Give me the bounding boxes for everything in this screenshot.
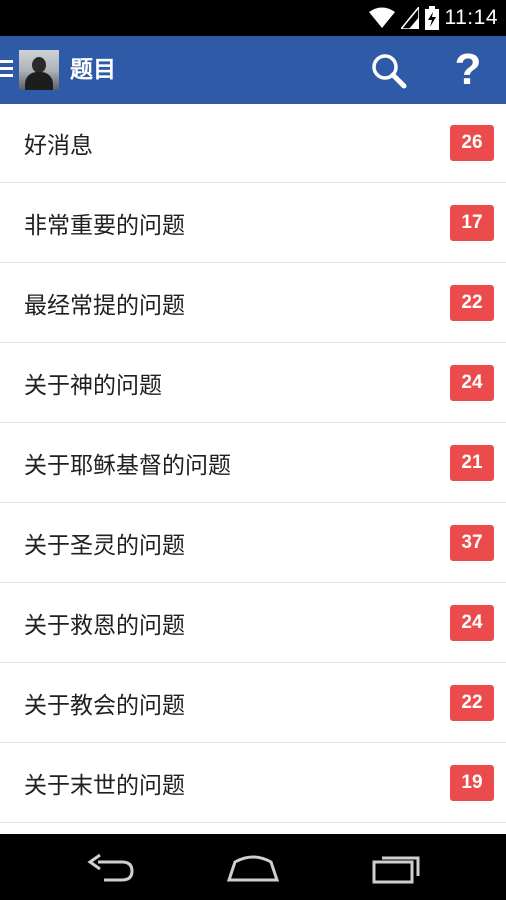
- search-button[interactable]: [370, 52, 408, 90]
- signal-icon: [400, 7, 419, 29]
- topic-label: 关于救恩的问题: [24, 612, 185, 639]
- recent-apps-button[interactable]: [366, 848, 426, 886]
- status-bar: 11:14: [0, 0, 506, 36]
- topic-label: 关于神的问题: [24, 372, 162, 399]
- list-item[interactable]: 非常重要的问题 17: [0, 183, 506, 263]
- search-icon: [372, 54, 407, 89]
- topic-list: 好消息 26 非常重要的问题 17 最经常提的问题 22 关于神的问题 24 关…: [0, 104, 506, 834]
- page-title: 题目: [70, 57, 116, 83]
- count-badge: 19: [450, 764, 494, 801]
- recent-apps-icon: [372, 856, 420, 884]
- hamburger-icon[interactable]: [0, 60, 14, 80]
- back-icon: [87, 853, 134, 882]
- list-item[interactable]: 关于末世的问题 19: [0, 743, 506, 823]
- count-badge: 21: [450, 444, 494, 481]
- count-badge: 37: [450, 524, 494, 561]
- home-button[interactable]: [223, 848, 283, 886]
- list-item[interactable]: 关于神的问题 24: [0, 343, 506, 423]
- list-item[interactable]: 关于耶稣基督的问题 21: [0, 423, 506, 503]
- navigation-bar: [0, 834, 506, 900]
- wifi-icon: [368, 7, 395, 28]
- avatar-image[interactable]: [19, 50, 59, 90]
- count-badge: 24: [450, 364, 494, 401]
- action-bar: 题目 ?: [0, 36, 506, 104]
- list-item[interactable]: 关于救恩的问题 24: [0, 583, 506, 663]
- home-icon: [226, 855, 280, 882]
- topic-label: 关于末世的问题: [24, 772, 185, 799]
- topic-label: 关于圣灵的问题: [24, 532, 185, 559]
- count-badge: 26: [450, 125, 494, 161]
- count-badge: 22: [450, 684, 494, 721]
- battery-charging-icon: [424, 6, 439, 30]
- list-item[interactable]: 关于圣灵的问题 37: [0, 503, 506, 583]
- help-button[interactable]: ?: [448, 44, 488, 96]
- topic-label: 好消息: [24, 133, 93, 159]
- list-item[interactable]: 关于教会的问题 22: [0, 663, 506, 743]
- topic-label: 关于耶稣基督的问题: [24, 452, 231, 479]
- back-button[interactable]: [82, 848, 142, 886]
- topic-label: 关于教会的问题: [24, 692, 185, 719]
- status-icons: 11:14: [368, 0, 499, 36]
- status-time: 11:14: [444, 6, 498, 29]
- list-item[interactable]: 最经常提的问题 22: [0, 263, 506, 343]
- count-badge: 22: [450, 284, 494, 321]
- topic-label: 非常重要的问题: [24, 212, 185, 239]
- count-badge: 24: [450, 604, 494, 641]
- list-item[interactable]: 好消息 26: [0, 104, 506, 183]
- count-badge: 17: [450, 204, 494, 241]
- topic-label: 最经常提的问题: [24, 292, 185, 319]
